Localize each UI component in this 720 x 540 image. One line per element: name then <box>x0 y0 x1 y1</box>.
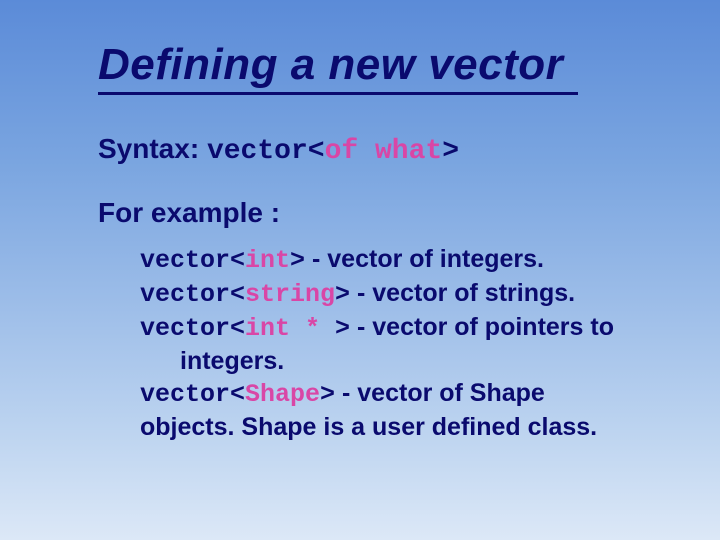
example-type: int <box>245 246 290 275</box>
example-desc: - vector of integers. <box>305 245 544 273</box>
example-type: Shape <box>245 380 320 409</box>
syntax-label: Syntax: <box>98 133 199 164</box>
example-shape-cont: objects. Shape is a user defined class. <box>140 411 680 443</box>
example-prefix: vector< <box>140 280 245 309</box>
example-type: string <box>245 280 335 309</box>
example-shape: vector<Shape> - vector of Shape <box>140 377 680 411</box>
example-suffix: > <box>335 280 350 309</box>
syntax-code-prefix: vector< <box>207 136 325 167</box>
example-intptr-cont: integers. <box>140 345 680 377</box>
example-int: vector<int> - vector of integers. <box>140 243 680 277</box>
example-suffix: > <box>320 380 335 409</box>
syntax-code-param: of what <box>325 136 443 167</box>
example-prefix: vector< <box>140 314 245 343</box>
slide-title: Defining a new vector <box>98 40 578 95</box>
example-suffix: > <box>320 314 350 343</box>
example-prefix: vector< <box>140 246 245 275</box>
example-intptr: vector<int * > - vector of pointers to <box>140 311 680 345</box>
example-desc: - vector of strings. <box>350 279 575 307</box>
syntax-line: Syntax: vector<of what> <box>98 133 720 167</box>
example-string: vector<string> - vector of strings. <box>140 277 680 311</box>
example-prefix: vector< <box>140 380 245 409</box>
example-suffix: > <box>290 246 305 275</box>
for-example-label: For example : <box>98 197 720 229</box>
example-desc: - vector of pointers to <box>350 313 614 341</box>
syntax-code-suffix: > <box>442 136 459 167</box>
examples-block: vector<int> - vector of integers. vector… <box>140 243 680 443</box>
example-desc: - vector of Shape <box>335 379 545 407</box>
example-type: int * <box>245 314 320 343</box>
